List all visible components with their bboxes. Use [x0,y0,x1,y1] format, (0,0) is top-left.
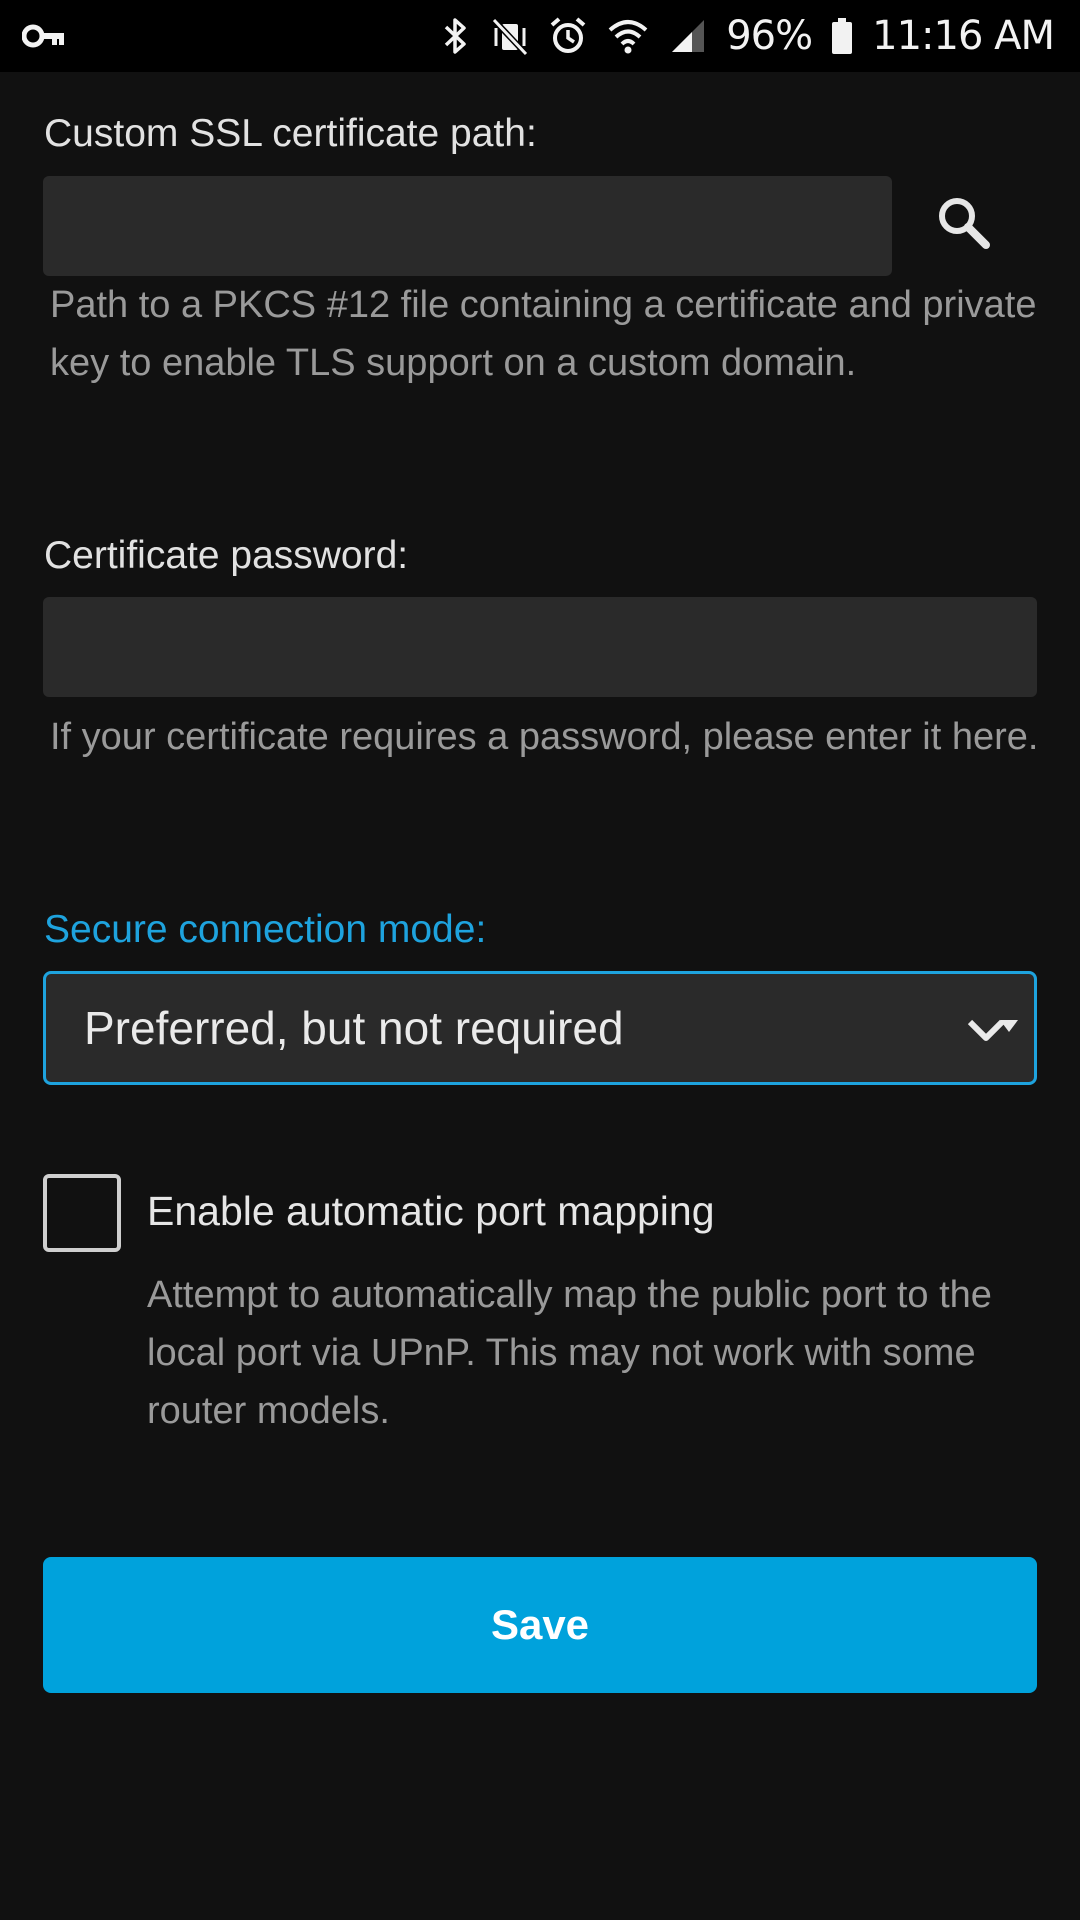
battery-percent: 96% [726,13,813,59]
port-mapping-help: Attempt to automatically map the public … [147,1274,992,1432]
key-icon [22,24,64,48]
port-mapping-checkbox[interactable] [43,1174,121,1252]
alarm-icon [550,17,586,53]
cert-password-help: If your certificate requires a password,… [50,716,1039,758]
cell-signal-icon [672,20,705,52]
bluetooth-icon [445,18,466,54]
connection-mode-value: Preferred, but not required [84,1002,624,1054]
connection-mode-label: Secure connection mode: [44,908,487,951]
ssl-path-help: Path to a PKCS #12 file containing a cer… [50,284,1037,384]
battery-icon [832,18,853,54]
browse-button[interactable] [916,175,1012,271]
save-button[interactable]: Save [43,1557,1037,1693]
cert-password-label: Certificate password: [44,534,409,577]
clock: 11:16 AM [872,13,1055,59]
port-mapping-label[interactable]: Enable automatic port mapping [147,1188,715,1235]
status-bar: 96% 11:16 AM [0,0,1080,72]
cert-password-input[interactable] [43,597,1037,697]
search-icon [939,198,990,249]
ssl-path-input[interactable] [43,176,892,276]
connection-mode-select[interactable]: Preferred, but not required [43,971,1037,1085]
ssl-path-label: Custom SSL certificate path: [44,112,537,155]
chevron-down-icon [968,1019,1018,1041]
wifi-icon [608,20,648,54]
vibrate-mute-icon [492,17,529,56]
